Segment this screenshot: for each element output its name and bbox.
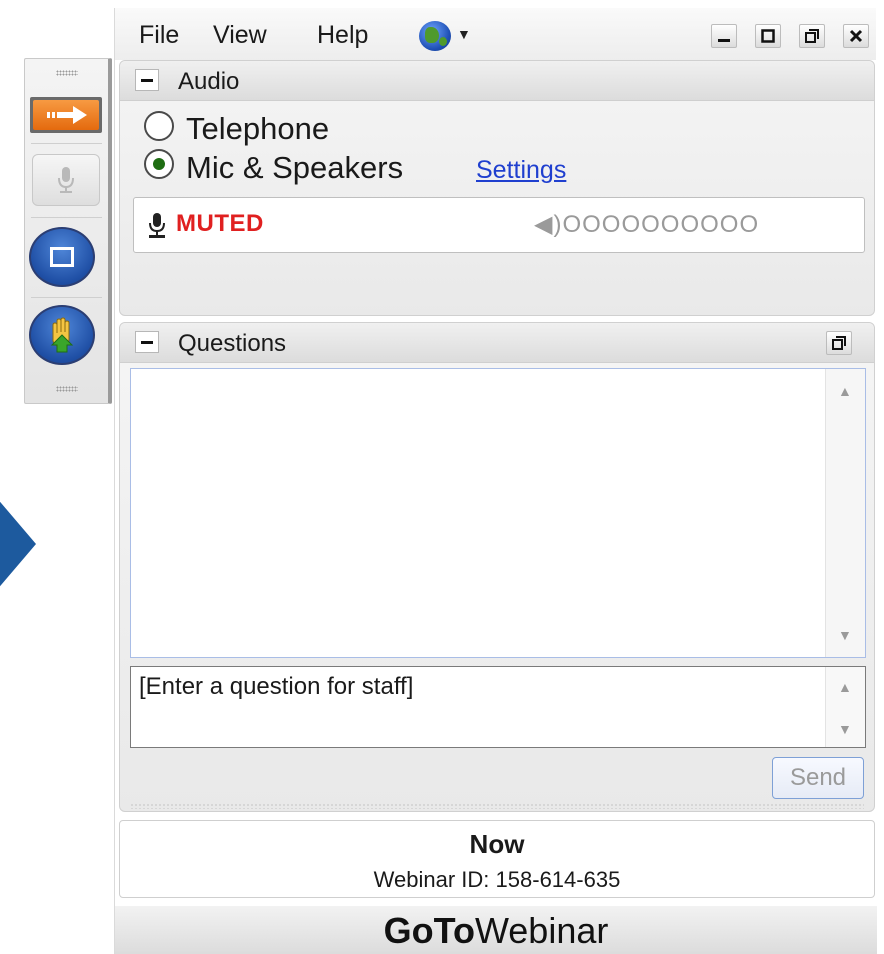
maximize-icon <box>761 29 775 43</box>
restore-icon <box>805 29 819 43</box>
toolbar-divider <box>31 217 102 218</box>
questions-log[interactable]: ▲ ▼ <box>130 368 866 658</box>
toolbar-divider <box>31 143 102 144</box>
microphone-button[interactable] <box>32 154 100 206</box>
toolbar-divider <box>31 297 102 298</box>
gotowebinar-control-panel: File View Help ▼ Audio Telephone Mic & S… <box>114 8 877 954</box>
question-input-text[interactable]: [Enter a question for staff] <box>139 673 413 701</box>
navigation-arrow-decoration <box>0 490 36 598</box>
restore-button[interactable] <box>799 24 825 48</box>
panel-resize-grip[interactable] <box>130 803 864 809</box>
minus-icon <box>141 78 153 82</box>
questions-panel-header: Questions <box>120 323 874 363</box>
screen-icon <box>50 247 74 267</box>
webinar-id: Webinar ID: 158-614-635 <box>373 867 621 892</box>
microphone-muted-icon <box>149 213 165 238</box>
show-hide-panel-button[interactable] <box>30 97 102 133</box>
radio-telephone[interactable] <box>144 111 174 141</box>
question-input-scrollbar[interactable]: ▲ ▼ <box>825 667 865 747</box>
gotowebinar-logo: GoToWebinar <box>383 910 609 951</box>
minus-icon <box>141 340 153 344</box>
scroll-down-icon[interactable]: ▼ <box>838 627 852 643</box>
minimize-button[interactable] <box>711 24 737 48</box>
menu-view[interactable]: View <box>213 21 267 50</box>
scroll-up-icon[interactable]: ▲ <box>838 383 852 399</box>
radio-telephone-label[interactable]: Telephone <box>186 111 329 147</box>
menu-help[interactable]: Help <box>317 21 368 50</box>
chevron-down-icon[interactable]: ▼ <box>457 26 471 42</box>
mute-status: MUTED <box>176 210 264 237</box>
toolbar-grip-bottom[interactable] <box>25 379 108 399</box>
audio-panel-header: Audio <box>120 61 874 101</box>
webinar-info-panel: Now Webinar ID: 158-614-635 <box>119 820 875 898</box>
minimize-icon <box>718 39 730 42</box>
microphone-icon <box>58 167 74 193</box>
speaker-level-meter: ◀)OOOOOOOOOO <box>534 211 760 238</box>
question-input[interactable]: [Enter a question for staff] ▲ ▼ <box>130 666 866 748</box>
questions-popout-button[interactable] <box>826 331 852 355</box>
maximize-button[interactable] <box>755 24 781 48</box>
radio-mic-speakers-label[interactable]: Mic & Speakers <box>186 150 403 186</box>
scroll-down-icon[interactable]: ▼ <box>838 721 852 737</box>
menu-bar: File View Help ▼ <box>115 8 876 60</box>
audio-panel-title: Audio <box>178 68 240 95</box>
close-icon <box>849 29 863 43</box>
toolbar-grip-top[interactable] <box>25 63 108 83</box>
close-button[interactable] <box>843 24 869 48</box>
raise-hand-button[interactable] <box>29 305 95 365</box>
webinar-status: Now <box>469 829 525 859</box>
questions-panel: Questions ▲ ▼ [Enter a question for staf… <box>119 322 875 812</box>
settings-link[interactable]: Settings <box>476 156 566 185</box>
scroll-up-icon[interactable]: ▲ <box>838 679 852 695</box>
questions-panel-title: Questions <box>178 330 287 357</box>
brand-bar: GoToWebinar <box>115 906 877 954</box>
show-screen-button[interactable] <box>29 227 95 287</box>
control-toolbar <box>24 58 112 404</box>
popout-icon <box>832 336 846 350</box>
raise-hand-icon <box>50 317 74 353</box>
orange-arrow-icon <box>47 106 87 124</box>
send-button[interactable]: Send <box>772 757 864 799</box>
globe-icon[interactable] <box>419 21 451 51</box>
audio-panel: Audio Telephone Mic & Speakers Settings … <box>119 60 875 316</box>
radio-mic-speakers[interactable] <box>144 149 174 179</box>
audio-collapse-button[interactable] <box>135 69 159 91</box>
questions-log-scrollbar[interactable]: ▲ ▼ <box>825 369 865 657</box>
menu-file[interactable]: File <box>139 21 179 50</box>
questions-collapse-button[interactable] <box>135 331 159 353</box>
audio-status-box: MUTED ◀)OOOOOOOOOO <box>133 197 865 253</box>
